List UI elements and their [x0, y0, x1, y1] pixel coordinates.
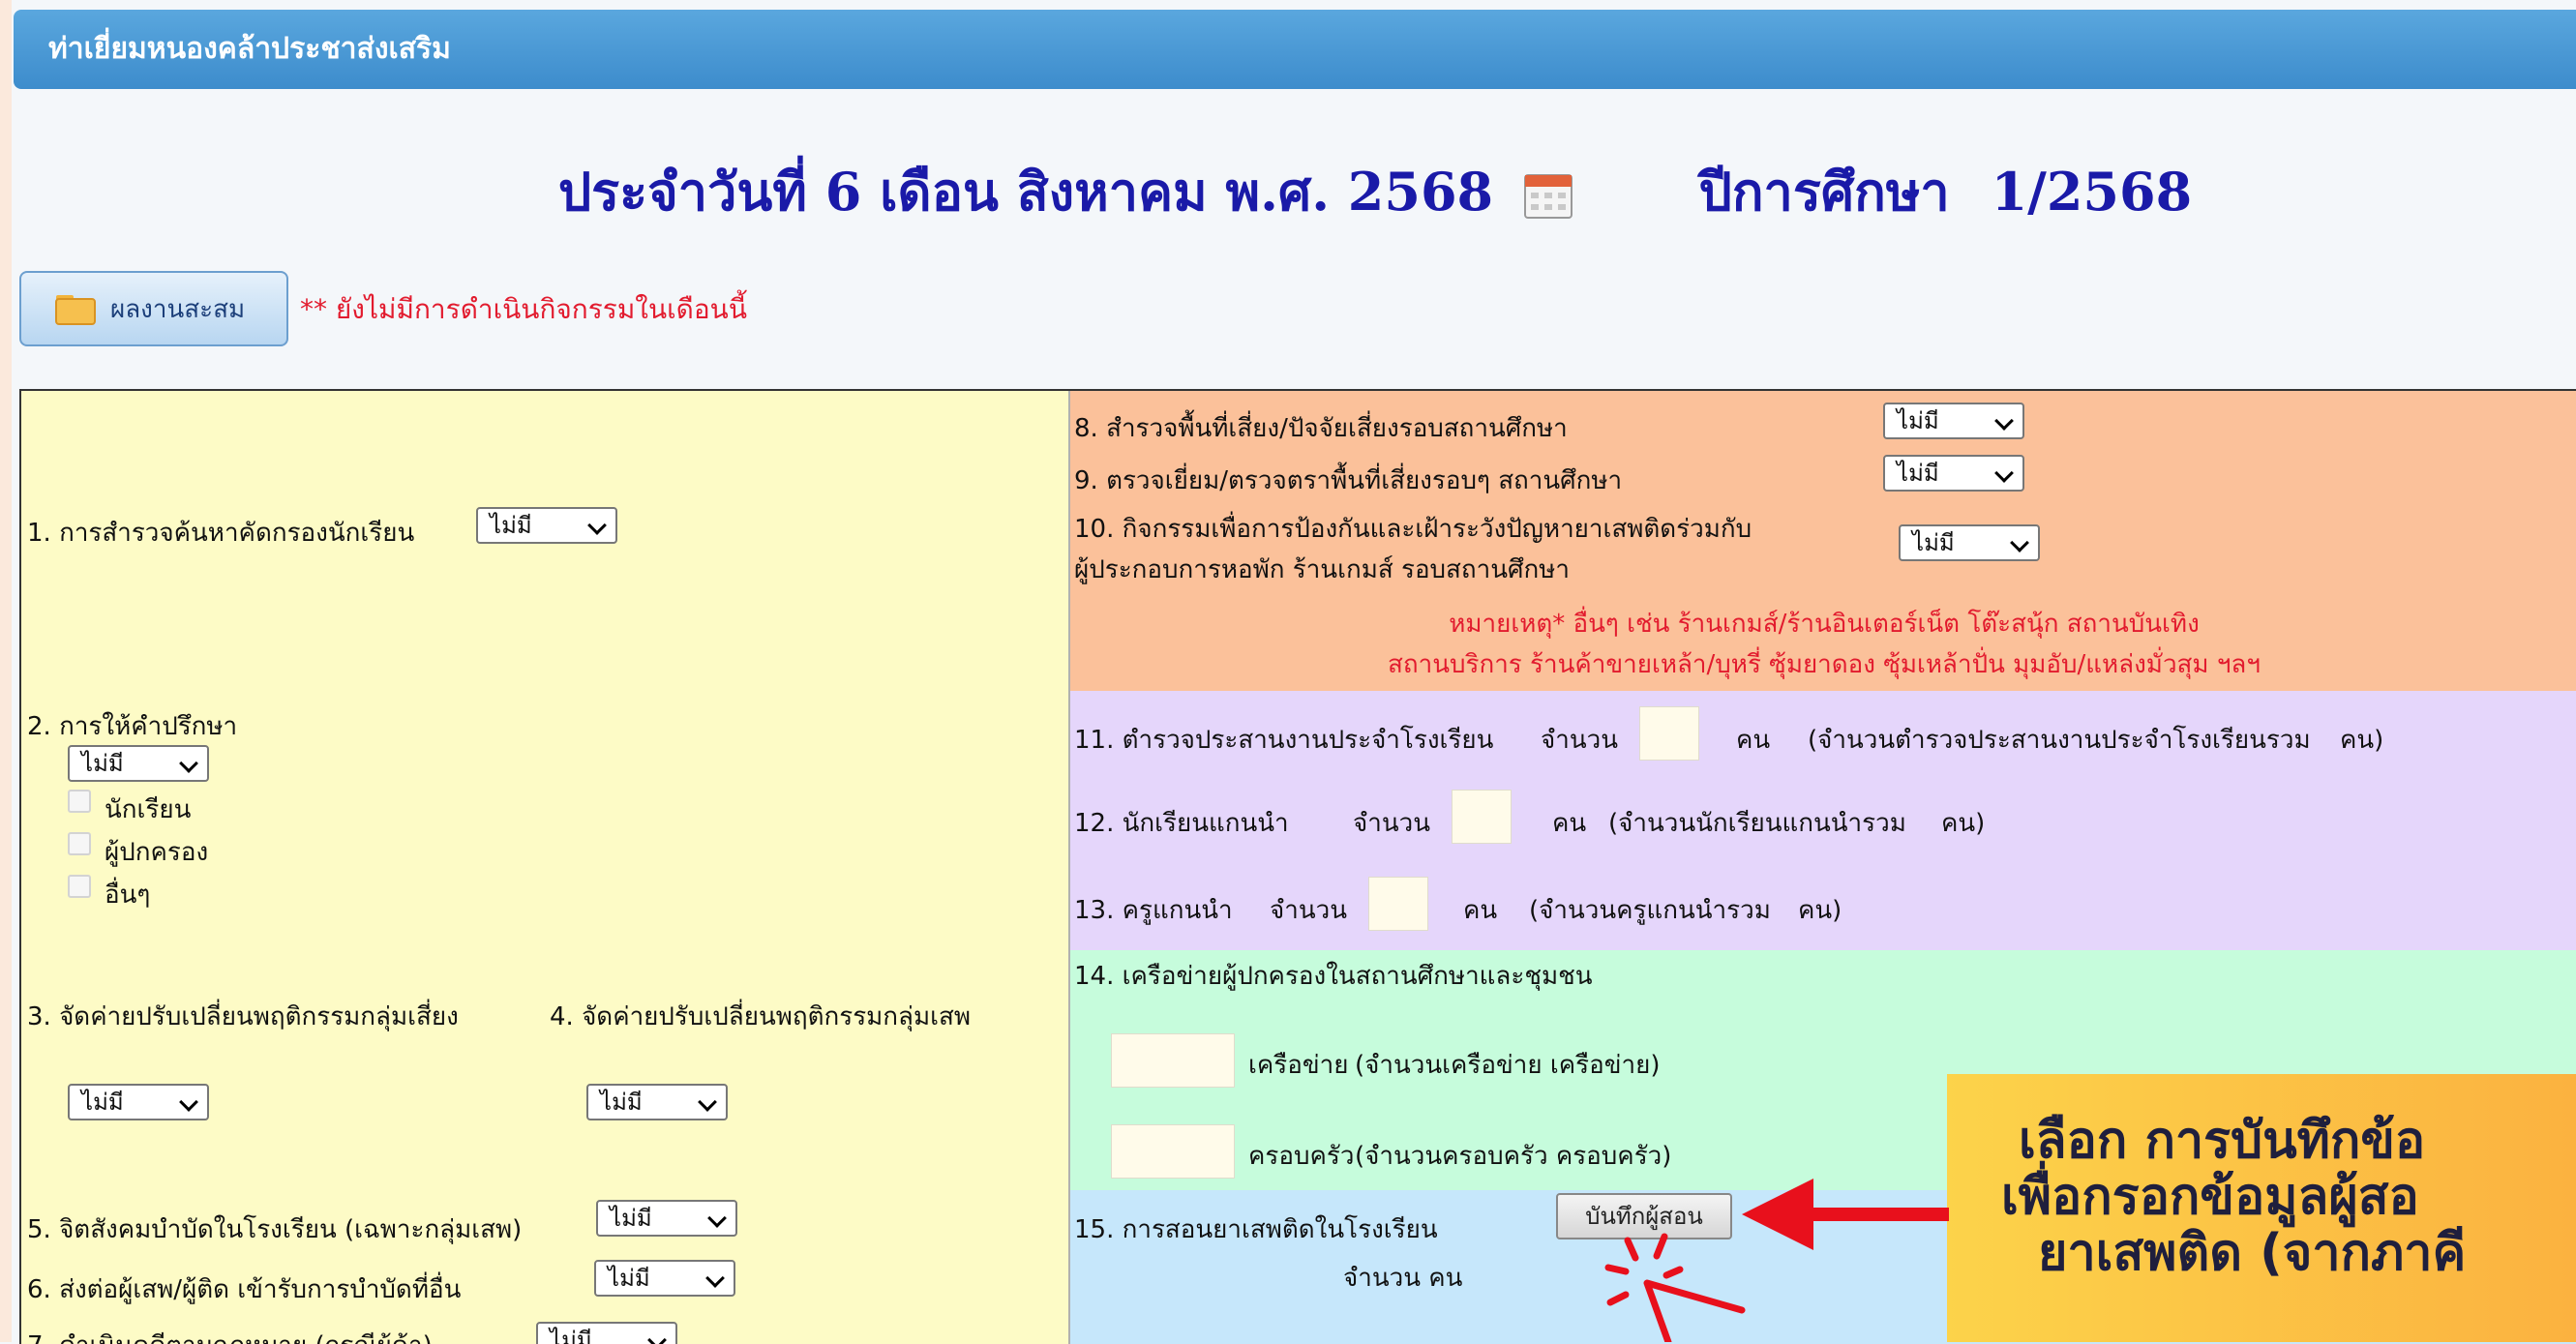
arrow-icon — [1742, 1179, 1949, 1250]
annotation-overlay — [1604, 1179, 1949, 1342]
click-cursor-icon — [1604, 1233, 1746, 1342]
